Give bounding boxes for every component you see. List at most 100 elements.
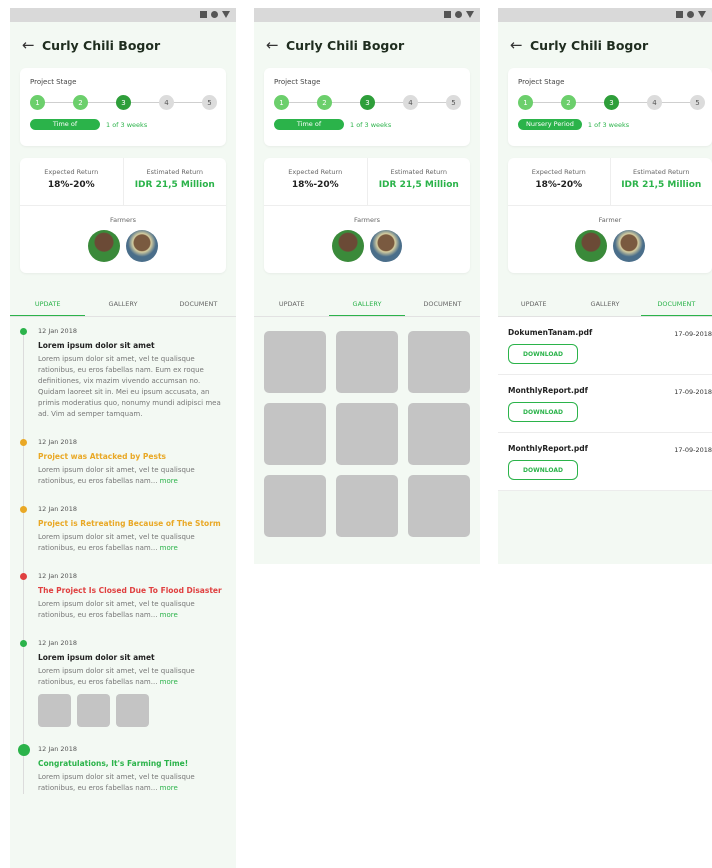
circle-icon (687, 11, 694, 18)
update-photo[interactable] (77, 694, 110, 727)
returns-card: Expected Return 18%-20% Estimated Return I… (264, 158, 470, 273)
tab-gallery[interactable]: GALLERY (569, 297, 640, 316)
stage-stepper: 1 2 3 4 5 (30, 95, 217, 111)
update-body: Lorem ipsum dolor sit amet, vel te quali… (38, 355, 221, 418)
timeline-dot (18, 744, 30, 756)
tab-document[interactable]: DOCUMENT (640, 297, 712, 316)
more-link[interactable]: more (160, 477, 178, 485)
tab-gallery[interactable]: GALLERY (85, 297, 160, 316)
tab-update[interactable]: UPDATE (254, 297, 329, 316)
period-text: 1 of 3 weeks (350, 120, 392, 129)
timeline-item: 12 Jan 2018 Project was Attacked by Pest… (20, 438, 228, 487)
expected-return-label: Expected Return (531, 168, 586, 176)
step-3: 3 (360, 95, 375, 110)
update-photo[interactable] (38, 694, 71, 727)
timeline-item: 12 Jan 2018 Lorem ipsum dolor sit amet L… (20, 327, 228, 420)
timeline-dot (20, 328, 27, 335)
period-pill: Nursery Period (518, 119, 582, 130)
more-link[interactable]: more (160, 678, 178, 686)
tab-document[interactable]: DOCUMENT (161, 297, 236, 316)
estimated-return-value: IDR 21,5 Million (621, 180, 702, 190)
gallery-photo[interactable] (408, 403, 470, 465)
document-row: MonthlyReport.pdf 17-09-2018 DOWNLOAD (498, 375, 712, 433)
step-3: 3 (116, 95, 131, 110)
gallery-photo[interactable] (336, 331, 398, 393)
returns-card: Expected Return 18%-20% Estimated Return I… (508, 158, 712, 273)
timeline-dot (20, 573, 27, 580)
screen-update: ← Curly Chili Bogor Project Stage 1 2 3 … (10, 8, 236, 868)
period-pill: Time of (30, 119, 100, 130)
app-bar: ← Curly Chili Bogor (254, 22, 480, 68)
update-title: Lorem ipsum dolor sit amet (38, 341, 155, 350)
more-link[interactable]: more (160, 784, 178, 792)
farmer-avatar[interactable] (126, 230, 158, 262)
farmer-avatar[interactable] (332, 230, 364, 262)
gallery-photo[interactable] (264, 475, 326, 537)
farmer-avatar[interactable] (613, 230, 645, 262)
timeline-item: 12 Jan 2018 The Project Is Closed Due To… (20, 572, 228, 621)
stage-stepper: 1 2 3 4 5 (518, 95, 705, 111)
tab-document[interactable]: DOCUMENT (405, 297, 480, 316)
back-arrow-icon[interactable]: ← (22, 36, 40, 54)
gallery-photo[interactable] (408, 331, 470, 393)
step-2: 2 (73, 95, 88, 110)
tab-update[interactable]: UPDATE (498, 297, 569, 316)
timeline-dot (20, 439, 27, 446)
project-stage-card: Project Stage 1 2 3 4 5 Nursery Period 1… (508, 68, 712, 146)
estimated-return-value: IDR 21,5 Million (134, 180, 215, 190)
step-3: 3 (604, 95, 619, 110)
gallery-photo[interactable] (264, 403, 326, 465)
step-2: 2 (317, 95, 332, 110)
circle-icon (455, 11, 462, 18)
tab-update[interactable]: UPDATE (10, 297, 86, 316)
tab-bar: UPDATE GALLERY DOCUMENT (254, 297, 480, 317)
tab-gallery[interactable]: GALLERY (329, 297, 405, 316)
farmer-avatar[interactable] (88, 230, 120, 262)
gallery-grid (254, 317, 480, 537)
back-arrow-icon[interactable]: ← (266, 36, 284, 54)
download-button[interactable]: DOWNLOAD (508, 402, 578, 422)
download-button[interactable]: DOWNLOAD (508, 460, 578, 480)
timeline-item: 12 Jan 2018 Lorem ipsum dolor sit amet L… (20, 639, 228, 727)
update-date: 12 Jan 2018 (38, 745, 77, 753)
period-pill: Time of (274, 119, 344, 130)
document-row: MonthlyReport.pdf 17-09-2018 DOWNLOAD (498, 433, 712, 491)
more-link[interactable]: more (160, 544, 178, 552)
document-date: 17-09-2018 (674, 446, 712, 454)
tab-bar: UPDATE GALLERY DOCUMENT (10, 297, 236, 317)
update-title: Lorem ipsum dolor sit amet (38, 653, 155, 662)
triangle-icon (698, 11, 706, 18)
estimated-return-value: IDR 21,5 Million (378, 180, 459, 190)
returns-card: Expected Return 18%-20% Estimated Return I… (20, 158, 226, 273)
status-bar (10, 8, 236, 22)
triangle-icon (466, 11, 474, 18)
download-button[interactable]: DOWNLOAD (508, 344, 578, 364)
update-photo[interactable] (116, 694, 149, 727)
gallery-photo[interactable] (408, 475, 470, 537)
period-row: Time of 1 of 3 weeks (274, 119, 460, 130)
farmer-avatar[interactable] (370, 230, 402, 262)
estimated-return-label: Estimated Return (633, 168, 690, 176)
screen-document: ← Curly Chili Bogor Project Stage 1 2 3 … (498, 8, 712, 564)
stage-stepper: 1 2 3 4 5 (274, 95, 461, 111)
update-title: Project was Attacked by Pests (38, 452, 167, 461)
project-stage-label: Project Stage (518, 78, 565, 86)
update-date: 12 Jan 2018 (38, 327, 77, 335)
timeline-dot (20, 640, 27, 647)
gallery-photo[interactable] (336, 475, 398, 537)
step-4: 4 (403, 95, 418, 110)
update-title: Congratulations, It's Farming Time! (38, 759, 189, 768)
step-4: 4 (647, 95, 662, 110)
farmer-avatar[interactable] (575, 230, 607, 262)
more-link[interactable]: more (160, 611, 178, 619)
step-2: 2 (561, 95, 576, 110)
estimated-return-label: Estimated Return (146, 168, 203, 176)
back-arrow-icon[interactable]: ← (510, 36, 528, 54)
step-1: 1 (518, 95, 533, 110)
update-date: 12 Jan 2018 (38, 639, 77, 647)
gallery-photo[interactable] (264, 331, 326, 393)
step-5: 5 (446, 95, 461, 110)
period-text: 1 of 3 weeks (587, 120, 630, 129)
expected-return-value: 18%-20% (47, 180, 95, 190)
gallery-photo[interactable] (336, 403, 398, 465)
